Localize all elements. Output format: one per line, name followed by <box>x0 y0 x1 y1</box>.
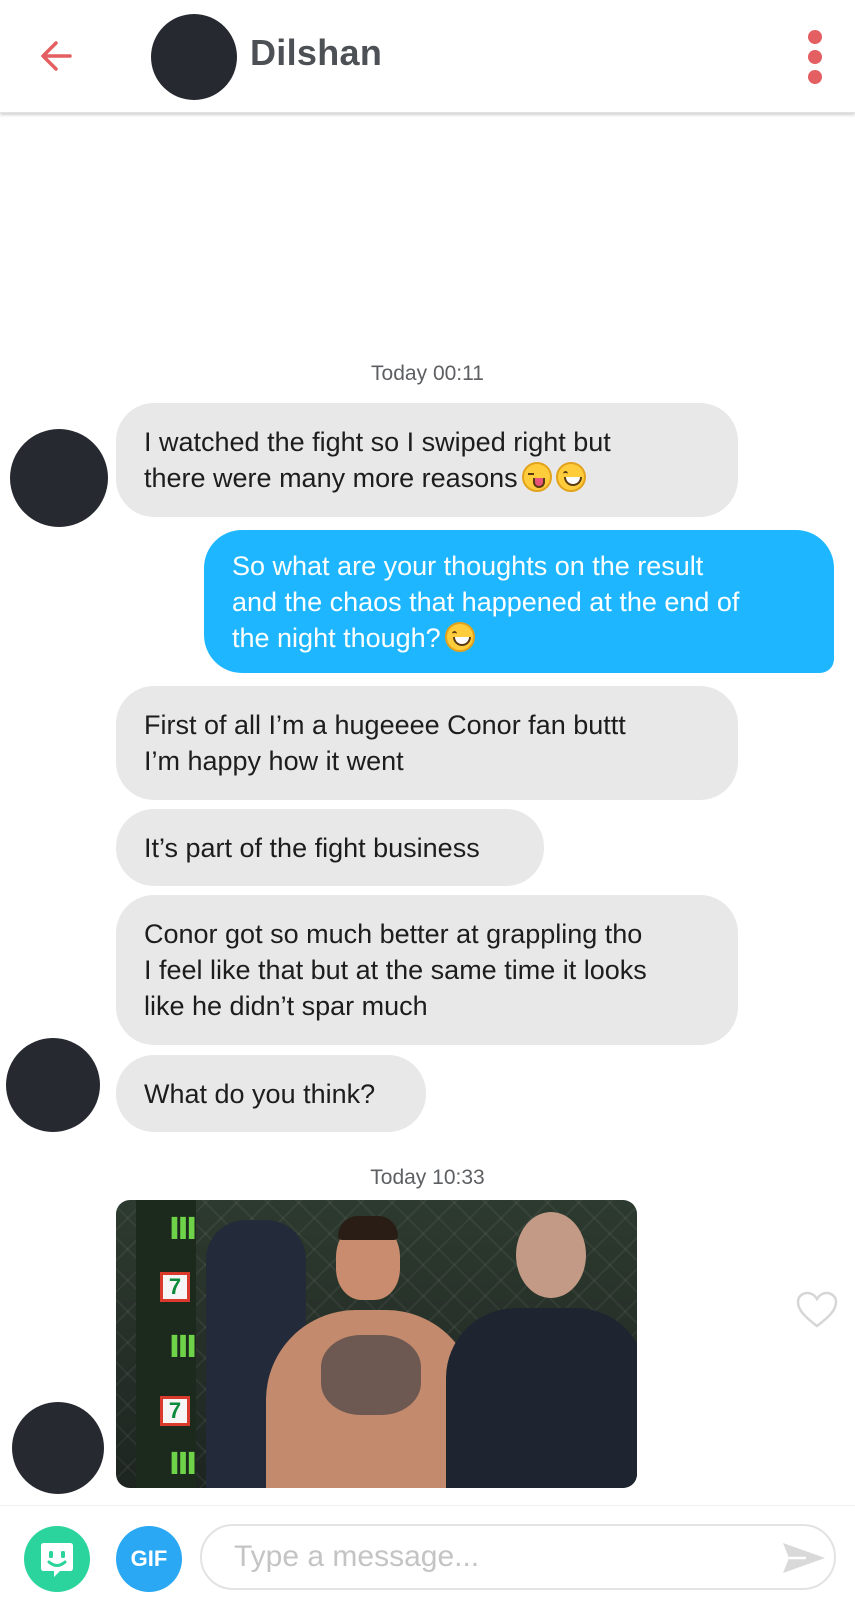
message-text-content: So what are your thoughts on the result … <box>232 550 740 653</box>
message-text: First of all I’m a hugeeee Conor fan but… <box>144 710 626 776</box>
message-text: Conor got so much better at grappling th… <box>144 919 647 1021</box>
grinning-emoji <box>555 462 586 492</box>
incoming-message-bubble[interactable]: What do you think? <box>116 1055 426 1132</box>
message-composer: GIF <box>0 1505 855 1601</box>
message-text: I watched the fight so I swiped right bu… <box>144 424 611 496</box>
monster-logo-icon: Ⅲ <box>168 1213 198 1246</box>
official-figure <box>446 1308 637 1488</box>
incoming-message-bubble[interactable]: First of all I’m a hugeeee Conor fan but… <box>116 686 738 800</box>
message-text: It’s part of the fight business <box>144 832 480 863</box>
chat-header: Dilshan <box>0 0 855 113</box>
winking-tongue-emoji <box>521 462 552 492</box>
outgoing-message-bubble[interactable]: So what are your thoughts on the result … <box>204 530 834 673</box>
gif-button[interactable]: GIF <box>116 1526 182 1592</box>
timestamp: Today 00:11 <box>0 362 855 386</box>
timestamp-day: Today <box>371 362 428 385</box>
send-arrow-icon <box>783 1543 825 1573</box>
bitmoji-icon <box>41 1543 73 1577</box>
message-input[interactable] <box>200 1524 836 1590</box>
message-text: So what are your thoughts on the result … <box>232 548 739 656</box>
cage-post: Ⅲ 7 Ⅲ 7 Ⅲ <box>136 1200 197 1488</box>
contact-name[interactable]: Dilshan <box>250 32 382 74</box>
seven-eleven-logo-icon: 7 <box>160 1396 190 1426</box>
monster-logo-icon: Ⅲ <box>168 1448 198 1481</box>
grinning-emoji <box>444 621 475 652</box>
timestamp-time: 10:33 <box>432 1166 485 1189</box>
message-text: What do you think? <box>144 1078 376 1109</box>
contact-avatar[interactable] <box>151 14 237 100</box>
incoming-message-bubble[interactable]: It’s part of the fight business <box>116 809 544 886</box>
contact-avatar[interactable] <box>10 429 108 527</box>
incoming-message-bubble[interactable]: I watched the fight so I swiped right bu… <box>116 403 738 517</box>
incoming-message-bubble[interactable]: Conor got so much better at grappling th… <box>116 895 738 1045</box>
like-button[interactable] <box>795 1290 839 1330</box>
timestamp-day: Today <box>370 1166 427 1189</box>
heart-outline-icon <box>796 1291 838 1328</box>
contact-avatar[interactable] <box>6 1038 100 1132</box>
timestamp-time: 00:11 <box>432 362 484 385</box>
seven-eleven-logo-icon: 7 <box>160 1272 190 1302</box>
bitmoji-button[interactable] <box>24 1526 90 1592</box>
monster-logo-icon: Ⅲ <box>168 1331 198 1364</box>
arrow-left-icon <box>41 41 72 71</box>
back-button[interactable] <box>36 36 76 76</box>
timestamp: Today 10:33 <box>0 1166 855 1190</box>
more-options-button[interactable] <box>800 30 830 84</box>
gif-message[interactable]: Ⅲ 7 Ⅲ 7 Ⅲ <box>116 1200 637 1488</box>
contact-avatar[interactable] <box>12 1402 104 1494</box>
send-button[interactable] <box>780 1540 828 1576</box>
